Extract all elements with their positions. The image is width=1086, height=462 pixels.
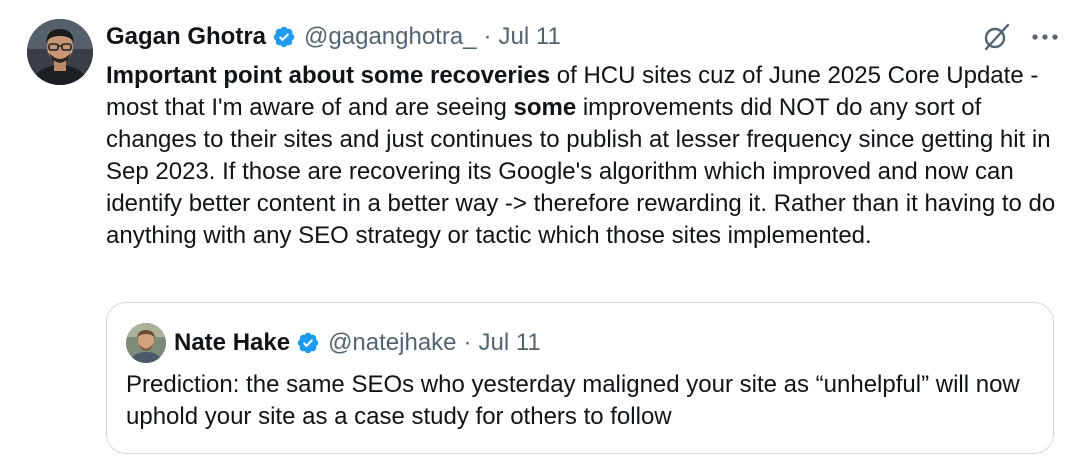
author-avatar[interactable] [27,19,93,85]
tweet-header: Gagan Ghotra @gaganghotra_ · Jul 11 [106,19,561,55]
more-options-icon[interactable] [1031,22,1059,52]
tweet-date[interactable]: Jul 11 [499,23,561,51]
tweet-text: Important point about some recoveries of… [106,60,1066,252]
verified-badge-icon [296,331,320,355]
tweet-text-bold-some: some [513,94,577,121]
tweet-card[interactable]: Gagan Ghotra @gaganghotra_ · Jul 11 Impo [0,0,1086,462]
verified-badge-icon [272,25,296,49]
author-name[interactable]: Gagan Ghotra [106,23,266,51]
quoted-avatar-photo [126,323,166,363]
quoted-tweet-date[interactable]: Jul 11 [479,329,541,357]
quoted-author-handle[interactable]: @natejhake [328,329,456,357]
avatar-photo [27,19,93,85]
quoted-tweet[interactable]: Nate Hake @natejhake · Jul 11 Prediction… [106,302,1054,454]
quoted-author-name[interactable]: Nate Hake [174,329,290,357]
quoted-tweet-header: Nate Hake @natejhake · Jul 11 [174,325,541,361]
quoted-tweet-text: Prediction: the same SEOs who yesterday … [126,371,1020,430]
quoted-author-avatar[interactable] [126,323,166,363]
separator-dot: · [483,23,492,50]
grok-icon[interactable] [981,22,1011,52]
quoted-separator-dot: · [463,329,472,356]
tweet-text-bold-lead: Important point about some recoveries [106,62,551,89]
author-handle[interactable]: @gaganghotra_ [304,23,477,51]
tweet-actions [981,22,1059,52]
